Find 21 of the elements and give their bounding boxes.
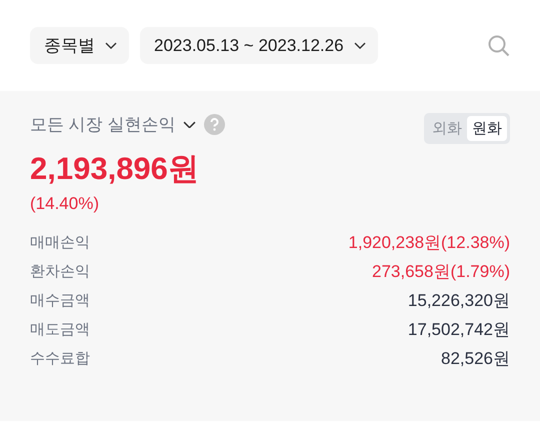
row-label: 매도금액 <box>30 320 90 339</box>
total-profit: 2,193,896원 <box>30 150 200 188</box>
search-icon[interactable] <box>488 34 510 56</box>
currency-tab[interactable]: 원화 <box>467 116 507 141</box>
filter-dropdown[interactable]: 종목별 <box>30 27 129 64</box>
chevron-down-icon <box>183 120 196 128</box>
row-label: 매수금액 <box>30 291 90 310</box>
chevron-down-icon <box>354 42 366 50</box>
row-value: 273,658원(1.79%) <box>372 261 510 283</box>
help-icon[interactable] <box>204 114 226 135</box>
summary-title[interactable]: 모든 시장 실현손익 <box>30 113 176 136</box>
chevron-down-icon <box>105 42 117 50</box>
row-value: 82,526원 <box>441 348 510 370</box>
row-label: 매매손익 <box>30 233 90 252</box>
row-label: 환차손익 <box>30 262 90 281</box>
profit-rate: (14.40%) <box>30 194 100 214</box>
filter-dropdown[interactable]: 2023.05.13 ~ 2023.12.26 <box>140 27 378 64</box>
row-value: 15,226,320원 <box>408 290 510 312</box>
row-label: 수수료합 <box>30 349 90 368</box>
row-value: 17,502,742원 <box>408 319 510 341</box>
row-value: 1,920,238원(12.38%) <box>348 232 510 254</box>
